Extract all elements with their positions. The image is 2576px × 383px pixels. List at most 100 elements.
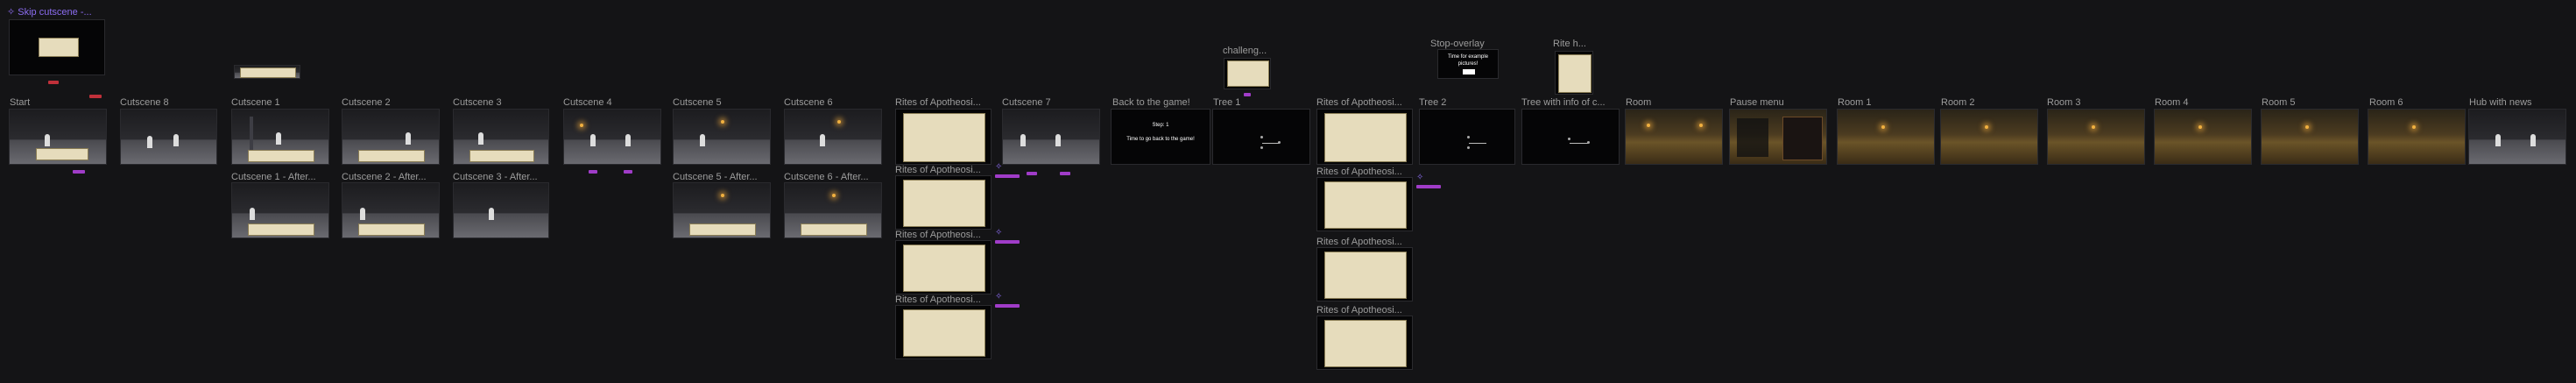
frame-label-room-6[interactable]: Room 6 bbox=[2369, 97, 2403, 108]
frame-tree-1[interactable] bbox=[1212, 109, 1310, 165]
frame-label-room-3[interactable]: Room 3 bbox=[2047, 97, 2081, 108]
frame-label-cutscene-8[interactable]: Cutscene 8 bbox=[120, 97, 169, 108]
frame-cutscene-5[interactable] bbox=[673, 109, 771, 165]
frame-label-cutscene-2-after[interactable]: Cutscene 2 - After... bbox=[342, 172, 427, 182]
frame-label-back-to-game[interactable]: Back to the game! bbox=[1112, 97, 1190, 108]
frame-label-cutscene-4[interactable]: Cutscene 4 bbox=[563, 97, 612, 108]
frame-label-cutscene-6[interactable]: Cutscene 6 bbox=[784, 97, 833, 108]
frame-rites-b1[interactable] bbox=[1316, 109, 1413, 165]
frame-back-to-game[interactable]: Step: 1 Time to go back to the game! bbox=[1111, 109, 1210, 165]
frame-cutscene-2[interactable] bbox=[342, 109, 440, 165]
frame-label-rites-b3[interactable]: Rites of Apotheosi... bbox=[1316, 237, 1402, 247]
frame-start[interactable] bbox=[9, 109, 107, 165]
frame-label-cutscene-6-after[interactable]: Cutscene 6 - After... bbox=[784, 172, 869, 182]
frame-label-stop-overlay[interactable]: Stop-overlay bbox=[1430, 39, 1485, 49]
rites-scroll bbox=[903, 180, 985, 227]
step-text: Step: 1 bbox=[1152, 123, 1169, 128]
frame-label-hub[interactable]: Hub with news bbox=[2469, 97, 2532, 108]
dialog-box bbox=[689, 223, 756, 236]
frame-label-rites-3[interactable]: Rites of Apotheosi... bbox=[895, 230, 981, 240]
frame-hub[interactable] bbox=[2468, 109, 2566, 165]
frame-cutscene-2-after[interactable] bbox=[342, 182, 440, 238]
frame-label-skip-cutscene[interactable]: ✧ Skip cutscene -... bbox=[7, 7, 92, 18]
frame-label-rite-h[interactable]: Rite h... bbox=[1553, 39, 1586, 49]
frame-room-4[interactable] bbox=[2154, 109, 2252, 165]
dialog-box bbox=[358, 223, 425, 236]
skip-dialog bbox=[39, 38, 79, 57]
tree-branch bbox=[1570, 143, 1589, 144]
frame-rites-b2[interactable] bbox=[1316, 177, 1413, 231]
dialog-box bbox=[469, 150, 534, 162]
frame-label-rites-b2[interactable]: Rites of Apotheosi... bbox=[1316, 167, 1402, 177]
frame-rites-3[interactable] bbox=[895, 240, 992, 294]
frame-cutscene-8[interactable] bbox=[120, 109, 217, 165]
challenge-card bbox=[1227, 60, 1269, 87]
frame-label-room-4[interactable]: Room 4 bbox=[2155, 97, 2189, 108]
frame-label-rites-4[interactable]: Rites of Apotheosi... bbox=[895, 294, 981, 305]
dialog-box bbox=[36, 148, 88, 160]
frame-label-pause-menu[interactable]: Pause menu bbox=[1730, 97, 1784, 108]
torch-light bbox=[721, 194, 724, 197]
frame-label-challenge[interactable]: challeng... bbox=[1223, 46, 1267, 56]
frame-rites-b4[interactable] bbox=[1316, 316, 1413, 370]
tree-node bbox=[1467, 136, 1470, 138]
frame-tree-info[interactable] bbox=[1521, 109, 1620, 165]
frame-label-cutscene-1-after[interactable]: Cutscene 1 - After... bbox=[231, 172, 316, 182]
frame-label-cutscene-3[interactable]: Cutscene 3 bbox=[453, 97, 502, 108]
frame-rites-4[interactable] bbox=[895, 305, 992, 359]
character-figure bbox=[1055, 134, 1061, 146]
frame-label-room-2[interactable]: Room 2 bbox=[1941, 97, 1975, 108]
frame-cutscene-4[interactable] bbox=[563, 109, 661, 165]
frame-tree-2[interactable] bbox=[1419, 109, 1515, 165]
frame-room-2[interactable] bbox=[1940, 109, 2038, 165]
frame-label-cutscene-3-after[interactable]: Cutscene 3 - After... bbox=[453, 172, 538, 182]
frame-room-5[interactable] bbox=[2261, 109, 2359, 165]
frame-label-room[interactable]: Room bbox=[1626, 97, 1651, 108]
frame-rites-1[interactable] bbox=[895, 109, 992, 165]
frame-label-cutscene-5[interactable]: Cutscene 5 bbox=[673, 97, 722, 108]
frame-cutscene-5-after[interactable] bbox=[673, 182, 771, 238]
frame-room-1[interactable] bbox=[1837, 109, 1935, 165]
frame-label-cutscene-5-after[interactable]: Cutscene 5 - After... bbox=[673, 172, 758, 182]
frame-skip-cutscene[interactable] bbox=[9, 19, 105, 75]
frame-rites-b3[interactable] bbox=[1316, 247, 1413, 301]
frame-label-cutscene-7[interactable]: Cutscene 7 bbox=[1002, 97, 1051, 108]
frame-room-6[interactable] bbox=[2368, 109, 2466, 165]
frame-label-tree-info[interactable]: Tree with info of c... bbox=[1521, 97, 1606, 108]
frame-cutscene-3-after[interactable] bbox=[453, 182, 549, 238]
frame-label-tree-1[interactable]: Tree 1 bbox=[1213, 97, 1240, 108]
frame-label-room-1[interactable]: Room 1 bbox=[1838, 97, 1872, 108]
frame-label-rites-b1[interactable]: Rites of Apotheosi... bbox=[1316, 97, 1402, 108]
frame-label-cutscene-1[interactable]: Cutscene 1 bbox=[231, 97, 280, 108]
connector bbox=[1244, 93, 1251, 96]
frame-cutscene-3[interactable] bbox=[453, 109, 549, 165]
frame-label-start[interactable]: Start bbox=[10, 97, 30, 108]
tree-branch bbox=[1469, 143, 1486, 144]
frame-label-room-5[interactable]: Room 5 bbox=[2262, 97, 2296, 108]
frame-rite-h[interactable] bbox=[1555, 51, 1593, 95]
frame-cutscene-6[interactable] bbox=[784, 109, 882, 165]
frame-cutscene-7[interactable] bbox=[1002, 109, 1100, 165]
frame-label-rites-2[interactable]: Rites of Apotheosi... bbox=[895, 165, 981, 175]
frame-challenge[interactable] bbox=[1224, 58, 1271, 89]
frame-cutscene-1-after[interactable] bbox=[231, 182, 329, 238]
frame-rites-2[interactable] bbox=[895, 175, 992, 230]
frame-label-rites-b4[interactable]: Rites of Apotheosi... bbox=[1316, 305, 1402, 316]
frame-label-rites-1[interactable]: Rites of Apotheosi... bbox=[895, 97, 981, 108]
connector bbox=[73, 170, 85, 174]
frame-room[interactable] bbox=[1625, 109, 1723, 165]
frame-pause-menu[interactable] bbox=[1729, 109, 1827, 165]
torch-light bbox=[832, 194, 836, 197]
rites-scroll bbox=[1324, 320, 1407, 367]
frame-label-tree-2[interactable]: Tree 2 bbox=[1419, 97, 1446, 108]
frame-cutscene-1[interactable] bbox=[231, 109, 329, 165]
frame-stop-overlay[interactable]: Time for example pictures! bbox=[1437, 49, 1499, 79]
frame-room-3[interactable] bbox=[2047, 109, 2145, 165]
connector bbox=[995, 240, 1020, 244]
connector bbox=[1416, 185, 1441, 188]
frame-cutscene-6-after[interactable] bbox=[784, 182, 882, 238]
ok-button[interactable] bbox=[1463, 69, 1475, 74]
frame-label-cutscene-2[interactable]: Cutscene 2 bbox=[342, 97, 391, 108]
floating-preview-cutscene-1[interactable] bbox=[234, 65, 300, 79]
connector bbox=[995, 174, 1020, 178]
